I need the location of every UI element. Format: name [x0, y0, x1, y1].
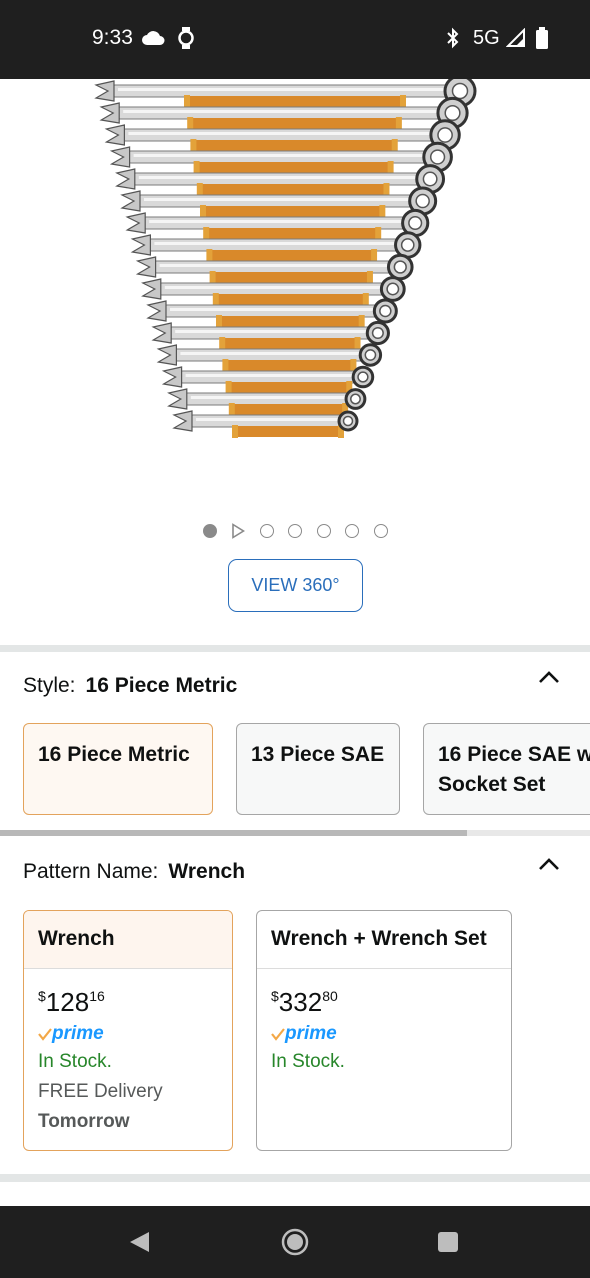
style-option-label: 13 Piece SAE	[251, 743, 385, 766]
prime-check-icon	[38, 1028, 52, 1041]
chevron-up-icon[interactable]	[538, 669, 560, 690]
pattern-selected-value: Wrench	[168, 860, 246, 883]
pattern-option-wrench[interactable]: Wrench $128 16 prime In Stock. FREE Deliv…	[23, 910, 233, 1151]
delivery-info: FREE Delivery	[38, 1081, 163, 1102]
price: $128 16	[38, 987, 218, 1019]
delivery-day: Tomorrow	[38, 1111, 130, 1132]
status-time: 9:33	[92, 26, 133, 49]
video-play-icon[interactable]	[231, 523, 246, 544]
pattern-option-name: Wrench	[24, 911, 232, 969]
pattern-option-wrench-set[interactable]: Wrench + Wrench Set $332 80 prime In Stoc…	[256, 910, 512, 1151]
stock-status: In Stock.	[271, 1051, 345, 1072]
style-option-label-line2: Socket Set	[438, 773, 546, 796]
stock-status: In Stock.	[38, 1051, 112, 1072]
signal-icon	[506, 25, 526, 51]
pattern-label: Pattern Name:	[23, 860, 159, 883]
product-image[interactable]	[0, 79, 590, 519]
carousel-dot[interactable]	[345, 524, 359, 538]
style-option-label: 16 Piece Metric	[38, 743, 190, 766]
carousel-dot[interactable]	[317, 524, 331, 538]
horizontal-scroll-thumb[interactable]	[0, 830, 467, 836]
home-icon[interactable]	[281, 1228, 309, 1261]
price-whole: 332	[278, 987, 323, 1017]
prime-check-icon	[271, 1028, 285, 1041]
prime-badge: prime	[38, 1021, 218, 1047]
section-divider	[0, 645, 590, 652]
prime-label: prime	[52, 1023, 104, 1044]
chevron-up-icon[interactable]	[538, 856, 560, 877]
prime-label: prime	[285, 1023, 337, 1044]
price-symbol: $	[271, 988, 279, 1004]
system-nav-bar	[0, 1206, 590, 1278]
watch-icon	[177, 25, 195, 51]
prime-badge: prime	[271, 1021, 497, 1047]
price-cents: 16	[89, 988, 105, 1004]
network-type: 5G	[473, 27, 500, 49]
style-option-label: 16 Piece SAE w	[438, 743, 590, 766]
style-option-16-piece-metric[interactable]: 16 Piece Metric	[23, 723, 213, 815]
carousel-dot-active[interactable]	[203, 524, 217, 538]
section-divider	[0, 1174, 590, 1182]
style-label: Style:	[23, 674, 76, 697]
style-header[interactable]: Style: 16 Piece Metric	[23, 674, 237, 698]
bluetooth-icon	[444, 25, 462, 51]
style-option-13-piece-sae[interactable]: 13 Piece SAE	[236, 723, 400, 815]
back-icon[interactable]	[128, 1230, 152, 1259]
pattern-option-name: Wrench + Wrench Set	[257, 911, 511, 969]
price-whole: 128	[45, 987, 90, 1017]
carousel-dot[interactable]	[374, 524, 388, 538]
style-selected-value: 16 Piece Metric	[85, 674, 238, 697]
cloud-icon	[141, 25, 165, 51]
recents-icon[interactable]	[437, 1231, 459, 1258]
battery-icon	[535, 25, 549, 51]
carousel-dot[interactable]	[288, 524, 302, 538]
view-360-button[interactable]: VIEW 360°	[228, 559, 363, 612]
carousel-indicator[interactable]	[0, 521, 590, 541]
carousel-dot[interactable]	[260, 524, 274, 538]
price-cents: 80	[322, 988, 338, 1004]
price: $332 80	[271, 987, 497, 1019]
price-symbol: $	[38, 988, 46, 1004]
status-bar: 9:33 5G	[0, 0, 590, 79]
pattern-header[interactable]: Pattern Name: Wrench	[23, 860, 245, 884]
style-option-16-piece-sae-socket-set[interactable]: 16 Piece SAE w Socket Set	[423, 723, 590, 815]
